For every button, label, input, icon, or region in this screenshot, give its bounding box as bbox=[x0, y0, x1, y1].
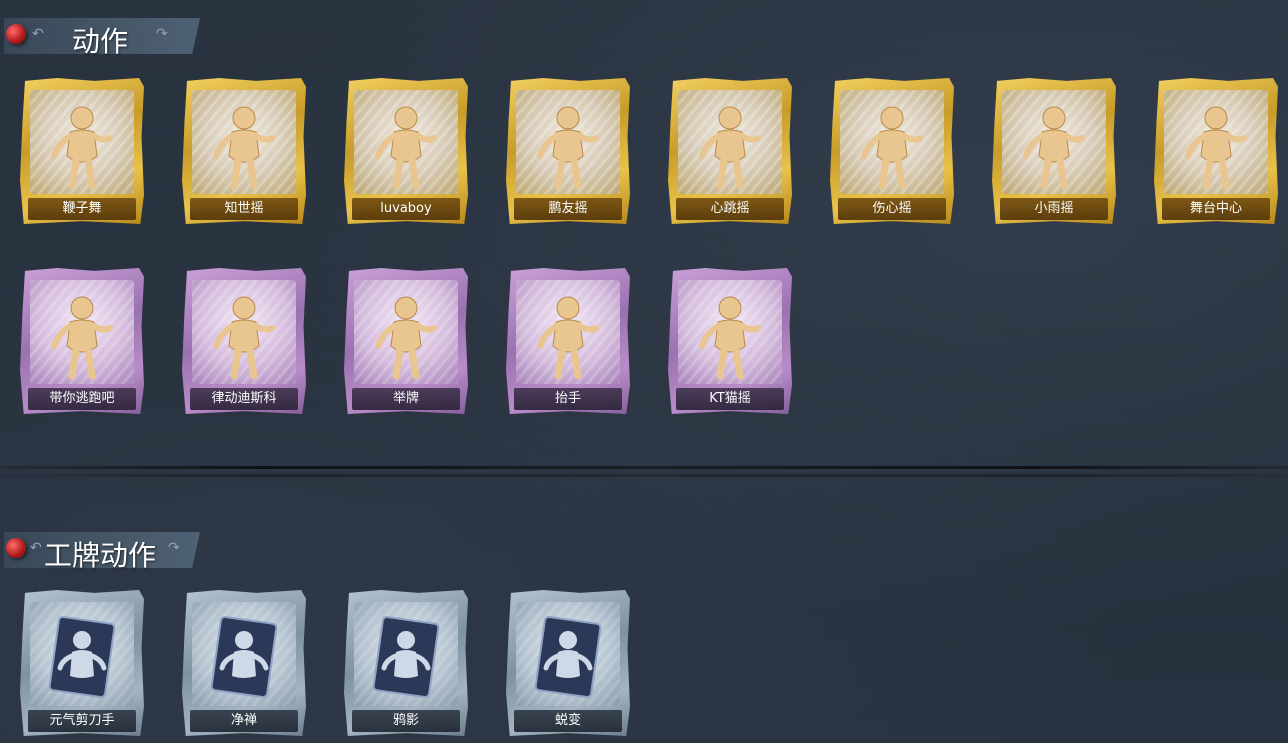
pin-icon bbox=[6, 24, 26, 44]
dancer-silhouette-icon bbox=[690, 288, 770, 380]
emote-card[interactable]: 抬手 bbox=[506, 268, 630, 414]
dancer-silhouette-icon bbox=[42, 98, 122, 190]
card-label: 鸦影 bbox=[392, 713, 419, 728]
emote-card[interactable]: 伤心摇 bbox=[830, 78, 954, 224]
card-label-bar: 净禅 bbox=[190, 710, 298, 732]
dancer-silhouette-icon bbox=[528, 98, 608, 190]
card-label-bar: 蜕变 bbox=[514, 710, 622, 732]
emote-card[interactable]: 鞭子舞 bbox=[20, 78, 144, 224]
emote-card[interactable]: 心跳摇 bbox=[668, 78, 792, 224]
card-label-bar: 伤心摇 bbox=[838, 198, 946, 220]
swirl-icon: ↶ bbox=[32, 26, 44, 42]
card-label: 抬手 bbox=[554, 391, 581, 406]
pin-icon bbox=[6, 538, 26, 558]
card-label-bar: 鹏友摇 bbox=[514, 198, 622, 220]
card-label-bar: 抬手 bbox=[514, 388, 622, 410]
card-label-bar: 律动迪斯科 bbox=[190, 388, 298, 410]
card-label-bar: 小雨摇 bbox=[1000, 198, 1108, 220]
card-label-bar: 鸦影 bbox=[352, 710, 460, 732]
section-header-actions: ↶ 动作 ↷ bbox=[4, 18, 200, 58]
divider-scratch bbox=[0, 466, 1288, 469]
dancer-silhouette-icon bbox=[1176, 98, 1256, 190]
badge-card-silhouette-icon bbox=[366, 610, 446, 702]
card-label: 净禅 bbox=[230, 713, 257, 728]
card-label: 鹏友摇 bbox=[548, 201, 588, 216]
emote-card[interactable]: 元气剪刀手 bbox=[20, 590, 144, 736]
card-label: KT猫摇 bbox=[709, 391, 751, 406]
card-label-bar: 鞭子舞 bbox=[28, 198, 136, 220]
card-label: 伤心摇 bbox=[872, 201, 912, 216]
card-label: 鞭子舞 bbox=[62, 201, 102, 216]
dancer-silhouette-icon bbox=[366, 288, 446, 380]
emote-card[interactable]: KT猫摇 bbox=[668, 268, 792, 414]
card-label: 心跳摇 bbox=[710, 201, 750, 216]
card-label-bar: 举牌 bbox=[352, 388, 460, 410]
card-label-bar: 带你逃跑吧 bbox=[28, 388, 136, 410]
dancer-silhouette-icon bbox=[690, 98, 770, 190]
emote-card[interactable]: 知世摇 bbox=[182, 78, 306, 224]
card-label: 蜕变 bbox=[554, 713, 581, 728]
card-label: 知世摇 bbox=[224, 201, 264, 216]
card-label-bar: KT猫摇 bbox=[676, 388, 784, 410]
card-label-bar: 舞台中心 bbox=[1162, 198, 1270, 220]
badge-card-silhouette-icon bbox=[204, 610, 284, 702]
card-label: 带你逃跑吧 bbox=[49, 391, 115, 406]
card-label: 舞台中心 bbox=[1189, 201, 1242, 216]
emote-card[interactable]: 蜕变 bbox=[506, 590, 630, 736]
dancer-silhouette-icon bbox=[366, 98, 446, 190]
card-label-bar: luvaboy bbox=[352, 198, 460, 220]
section-header-badge-actions: ↶ 工牌动作 ↷ bbox=[4, 532, 200, 572]
dancer-silhouette-icon bbox=[42, 288, 122, 380]
section-title: 动作 bbox=[72, 25, 129, 58]
swirl-icon: ↷ bbox=[156, 26, 168, 42]
card-label: 举牌 bbox=[392, 391, 419, 406]
swirl-icon: ↷ bbox=[168, 540, 180, 556]
card-label-bar: 知世摇 bbox=[190, 198, 298, 220]
card-label-bar: 元气剪刀手 bbox=[28, 710, 136, 732]
emote-card[interactable]: 鹏友摇 bbox=[506, 78, 630, 224]
emote-card[interactable]: 净禅 bbox=[182, 590, 306, 736]
card-label: 小雨摇 bbox=[1034, 201, 1074, 216]
section-title: 工牌动作 bbox=[44, 539, 157, 572]
dancer-silhouette-icon bbox=[852, 98, 932, 190]
emote-card[interactable]: 小雨摇 bbox=[992, 78, 1116, 224]
dancer-silhouette-icon bbox=[1014, 98, 1094, 190]
emote-card[interactable]: 举牌 bbox=[344, 268, 468, 414]
emote-card[interactable]: 舞台中心 bbox=[1154, 78, 1278, 224]
card-label: luvaboy bbox=[380, 201, 432, 216]
emote-card[interactable]: luvaboy bbox=[344, 78, 468, 224]
divider-scratch bbox=[0, 474, 1288, 477]
badge-card-silhouette-icon bbox=[528, 610, 608, 702]
emote-card[interactable]: 鸦影 bbox=[344, 590, 468, 736]
emote-card[interactable]: 带你逃跑吧 bbox=[20, 268, 144, 414]
card-label: 律动迪斯科 bbox=[211, 391, 277, 406]
dancer-silhouette-icon bbox=[528, 288, 608, 380]
dancer-silhouette-icon bbox=[204, 98, 284, 190]
emote-card[interactable]: 律动迪斯科 bbox=[182, 268, 306, 414]
badge-card-silhouette-icon bbox=[42, 610, 122, 702]
card-label: 元气剪刀手 bbox=[49, 713, 115, 728]
card-label-bar: 心跳摇 bbox=[676, 198, 784, 220]
dancer-silhouette-icon bbox=[204, 288, 284, 380]
swirl-icon: ↶ bbox=[30, 540, 42, 556]
